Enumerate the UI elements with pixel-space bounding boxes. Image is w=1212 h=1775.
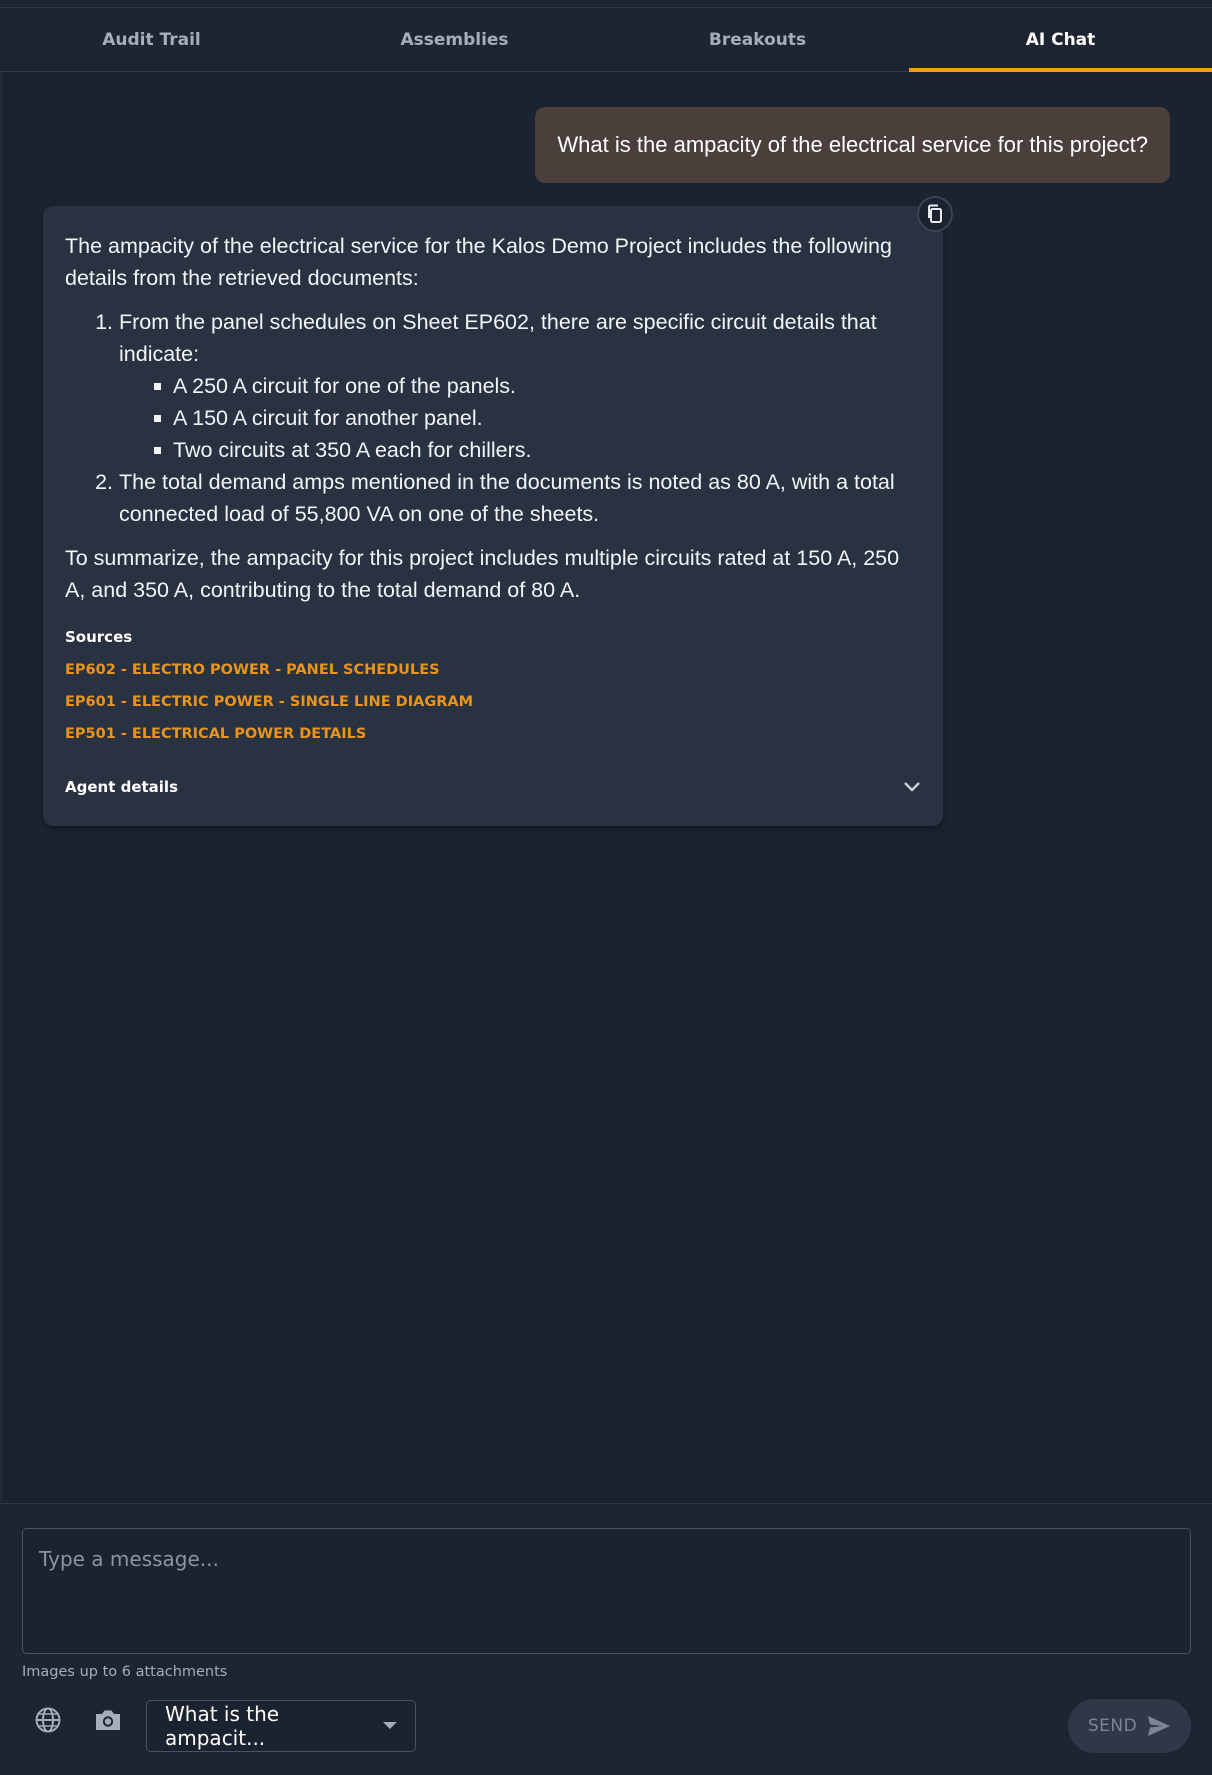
ai-summary: To summarize, the ampacity for this proj… <box>65 546 900 602</box>
left-divider <box>0 72 2 1502</box>
tab-assemblies[interactable]: Assemblies <box>303 8 606 71</box>
caret-down-icon <box>383 1722 397 1729</box>
user-message-text: What is the ampacity of the electrical s… <box>557 132 1148 157</box>
list-item-text: The total demand amps mentioned in the d… <box>119 470 895 526</box>
tab-ai-chat[interactable]: AI Chat <box>909 8 1212 72</box>
source-link-ep602[interactable]: EP602 - ELECTRO POWER - PANEL SCHEDULES <box>65 662 921 678</box>
ai-response-card: The ampacity of the electrical service f… <box>43 196 953 826</box>
ai-bullet-list: A 250 A circuit for one of the panels. A… <box>119 370 921 466</box>
source-link-ep601[interactable]: EP601 - ELECTRIC POWER - SINGLE LINE DIA… <box>65 694 921 710</box>
prompt-select-value: What is the ampacit... <box>165 1702 280 1750</box>
web-search-button[interactable] <box>28 1700 68 1740</box>
camera-button[interactable] <box>88 1700 128 1740</box>
send-icon <box>1148 1716 1171 1736</box>
ai-intro: The ampacity of the electrical service f… <box>65 234 892 290</box>
send-button[interactable]: SEND <box>1068 1699 1191 1753</box>
message-input[interactable] <box>22 1528 1191 1654</box>
tab-bar: Audit Trail Assemblies Breakouts AI Chat <box>0 8 1212 72</box>
agent-details-toggle[interactable]: Agent details <box>65 772 921 802</box>
list-item-text: From the panel schedules on Sheet EP602,… <box>119 310 877 366</box>
list-item: From the panel schedules on Sheet EP602,… <box>119 306 921 466</box>
copy-button[interactable] <box>917 196 953 232</box>
attachments-hint: Images up to 6 attachments <box>22 1664 228 1680</box>
sources-heading: Sources <box>65 628 133 646</box>
user-message-bubble: What is the ampacity of the electrical s… <box>535 107 1170 183</box>
agent-details-label: Agent details <box>65 778 179 796</box>
send-label: SEND <box>1087 1716 1138 1736</box>
top-border <box>0 0 1212 8</box>
globe-icon <box>35 1707 61 1733</box>
ai-response-text: The ampacity of the electrical service f… <box>65 230 921 606</box>
prompt-select[interactable]: What is the ampacit... <box>146 1700 416 1752</box>
list-item: The total demand amps mentioned in the d… <box>119 466 921 530</box>
source-link-ep501[interactable]: EP501 - ELECTRICAL POWER DETAILS <box>65 726 921 742</box>
bullet-item: A 150 A circuit for another panel. <box>154 402 921 434</box>
copy-icon <box>928 204 942 223</box>
chevron-down-icon <box>904 782 920 792</box>
camera-icon <box>96 1710 120 1730</box>
tab-breakouts[interactable]: Breakouts <box>606 8 909 71</box>
tab-audit-trail[interactable]: Audit Trail <box>0 8 303 71</box>
message-composer: Images up to 6 attachments What is the a… <box>0 1503 1212 1775</box>
bullet-item: Two circuits at 350 A each for chillers. <box>154 434 921 466</box>
ai-numbered-list: From the panel schedules on Sheet EP602,… <box>65 306 921 530</box>
bullet-item: A 250 A circuit for one of the panels. <box>154 370 921 402</box>
